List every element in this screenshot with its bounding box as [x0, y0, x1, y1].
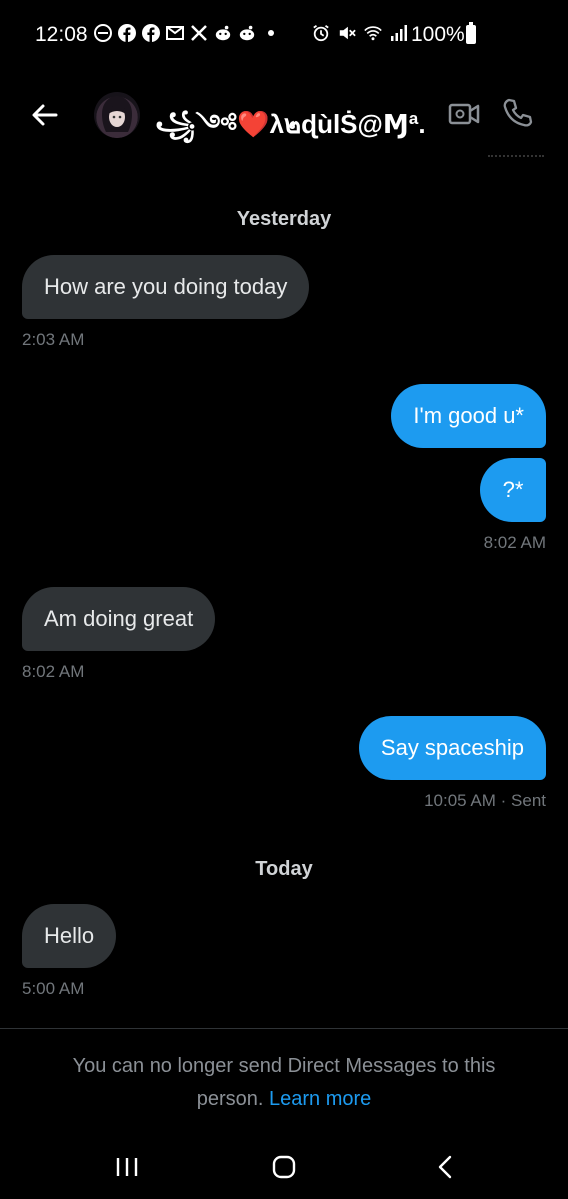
dm-conversation-screen: 12:08 100% ꧁༺❤️λ๒ɖùlṠ@Ɱª... Yesterday Ho…: [0, 0, 568, 1199]
message-status: 10:05 AM · Sent: [424, 791, 546, 810]
mute-icon: [338, 24, 356, 42]
notification-icons: [94, 24, 280, 42]
date-divider-today: Today: [255, 858, 313, 880]
wifi-icon: [364, 24, 382, 42]
do-not-disturb-icon: [94, 24, 112, 42]
learn-more-link[interactable]: Learn more: [269, 1088, 371, 1110]
date-divider-yesterday: Yesterday: [236, 208, 332, 230]
message-timestamp: 8:02 AM: [483, 533, 546, 552]
x-icon: [190, 24, 208, 42]
battery-icon: [466, 22, 476, 44]
message-timestamp: 2:03 AM: [22, 330, 85, 349]
system-icons: [312, 24, 408, 42]
phone-call-button[interactable]: [502, 97, 534, 129]
dm-restriction-notice: You can no longer send Direct Messages t…: [40, 1050, 528, 1116]
message-timestamp: 5:00 AM: [22, 979, 85, 998]
battery-percent: 100%: [411, 23, 465, 46]
video-call-icon: [448, 103, 480, 125]
conversation-header: ꧁༺❤️λ๒ɖùlṠ@Ɱª...: [0, 80, 568, 150]
email-icon: [166, 24, 184, 42]
contact-name[interactable]: ꧁༺❤️λ๒ɖùlṠ@Ɱª...: [155, 96, 425, 169]
back-arrow-icon: [32, 104, 58, 126]
status-time: 12:08: [35, 23, 88, 46]
message-bubble-incoming[interactable]: How are you doing today: [22, 255, 310, 319]
message-timestamp: 8:02 AM: [22, 662, 85, 681]
system-back-button[interactable]: [436, 1155, 454, 1179]
home-button[interactable]: [272, 1155, 296, 1179]
dot-icon: [262, 24, 280, 42]
message-bubble-incoming[interactable]: Hello: [22, 904, 117, 968]
header-scroll-indicator: [488, 155, 544, 159]
signal-icon: [390, 24, 408, 42]
back-button[interactable]: [28, 98, 62, 132]
chevron-left-icon: [438, 1155, 452, 1179]
reddit-icon: [214, 24, 232, 42]
alarm-icon: [312, 24, 330, 42]
recents-icon: [116, 1158, 138, 1176]
video-call-button[interactable]: [448, 100, 480, 128]
message-bubble-incoming[interactable]: Am doing great: [22, 587, 216, 651]
message-bubble-outgoing[interactable]: I'm good u*: [391, 384, 546, 448]
system-navigation-bar: [0, 1135, 568, 1199]
status-bar: 12:08 100%: [0, 0, 568, 70]
phone-icon: [503, 98, 533, 127]
message-bubble-outgoing[interactable]: Say spaceship: [358, 716, 546, 780]
avatar[interactable]: [94, 92, 140, 138]
facebook-icon: [118, 24, 136, 42]
reddit-icon: [238, 24, 256, 42]
facebook-icon: [142, 24, 160, 42]
home-icon: [272, 1155, 296, 1179]
footer-divider: [0, 1028, 568, 1029]
message-bubble-outgoing[interactable]: ?*: [480, 458, 546, 522]
recents-button[interactable]: [116, 1157, 138, 1177]
